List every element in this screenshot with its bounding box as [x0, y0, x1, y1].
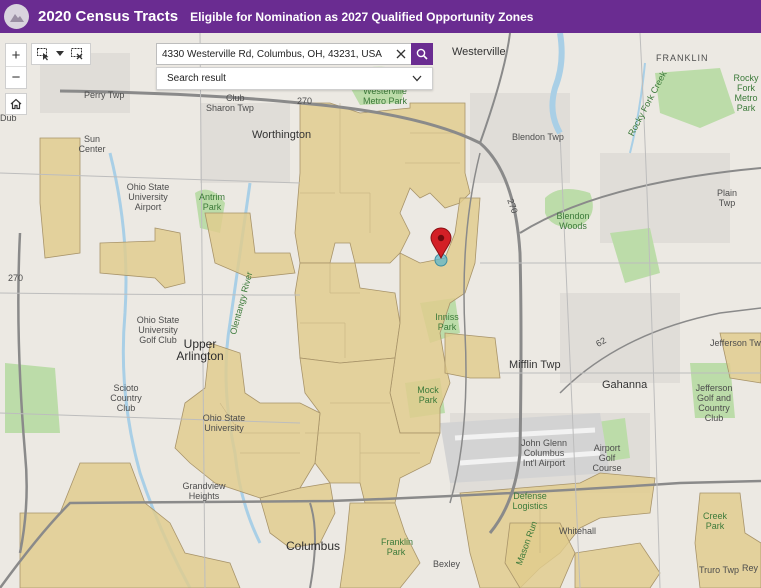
- map-label-sharon-twp: Sharon Twp: [206, 103, 254, 113]
- tract: [444, 332, 501, 379]
- map-label-upper-arlington: Upper Arlington: [176, 337, 224, 363]
- map-label-john-glenn: John Glenn Columbus Int'l Airport: [520, 438, 568, 468]
- map-label-scioto-cc: Scioto Country Club: [110, 383, 142, 413]
- map-label-rey: Rey: [742, 563, 759, 573]
- map-view[interactable]: Westerville FRANKLIN Perry Twp Sharon Tw…: [0, 33, 761, 588]
- map-label-osu-airport: Ohio State University Airport: [126, 182, 170, 212]
- map-label-franklin: FRANKLIN: [656, 53, 709, 63]
- map-label-jefferson-twp: Jefferson Twp: [710, 338, 761, 348]
- map-label-i270-w: 270: [8, 273, 24, 283]
- map-label-rocky-fork: Rocky Fork Metro Park: [733, 73, 759, 113]
- chevron-down-icon[interactable]: [412, 75, 422, 82]
- zoom-in-button[interactable]: +: [6, 44, 26, 66]
- app-logo[interactable]: [4, 4, 29, 29]
- map-label-gahanna: Gahanna: [602, 379, 648, 391]
- search-input[interactable]: [157, 44, 391, 64]
- selection-toolbar: [31, 43, 91, 65]
- zoom-controls: + −: [5, 43, 27, 89]
- clear-selection-icon: [71, 48, 83, 60]
- app-root: 2020 Census Tracts Eligible for Nominati…: [0, 0, 761, 588]
- home-button[interactable]: [5, 93, 27, 115]
- map-label-antrim-park: Antrim Park: [198, 192, 225, 212]
- map-label-jefferson-golf: Jefferson Golf and Country Club: [695, 383, 733, 423]
- map-label-plain-twp: Plain Twp: [716, 188, 737, 208]
- map-label-blendon-woods: Blendon Woods: [556, 211, 590, 231]
- map-label-columbus: Columbus: [286, 539, 341, 553]
- select-cursor-icon: [37, 48, 49, 61]
- map-label-truro-twp: Truro Twp: [699, 565, 740, 575]
- map-label-i270-n: 270: [297, 96, 313, 106]
- map-label-inniss-park: Inniss Park: [435, 312, 459, 332]
- select-by-rectangle-button[interactable]: [32, 44, 54, 64]
- map-label-club: Club: [226, 93, 245, 103]
- map-label-worthington: Worthington: [252, 129, 312, 141]
- search-result-panel[interactable]: Search result: [156, 67, 433, 90]
- home-icon: [10, 98, 22, 110]
- map-label-defense-logistics: Defense Logistics: [512, 491, 548, 511]
- map-label-creek-park: Creek Park: [703, 511, 728, 531]
- map-label-perry-twp: Perry Twp: [84, 90, 125, 100]
- app-title: 2020 Census Tracts: [38, 8, 179, 25]
- map-label-blendon-twp: Blendon Twp: [512, 132, 564, 142]
- app-subtitle: Eligible for Nomination as 2027 Qualifie…: [190, 9, 534, 24]
- caret-down-icon: [56, 51, 64, 56]
- map-label-osu-golf: Ohio State University Golf Club: [136, 315, 180, 345]
- map-label-westerville: Westerville: [452, 46, 506, 58]
- map-label-sun-center: Sun Center: [78, 134, 106, 154]
- clear-search-button[interactable]: [391, 44, 411, 64]
- close-icon: [396, 49, 406, 59]
- app-header: 2020 Census Tracts Eligible for Nominati…: [0, 0, 761, 33]
- map-label-franklin-park: Franklin Park: [381, 537, 414, 557]
- map-label-mifflin-twp: Mifflin Twp: [509, 359, 561, 371]
- search-widget: [156, 43, 433, 65]
- map-label-osu: Ohio State University: [202, 413, 246, 433]
- map-label-whitehall: Whitehall: [559, 526, 597, 536]
- map-label-airport-golf: Airport Golf Course: [592, 443, 622, 473]
- search-result-label: Search result: [167, 73, 226, 84]
- mountain-icon: [9, 13, 24, 22]
- map-label-bexley: Bexley: [433, 559, 461, 569]
- search-button[interactable]: [411, 43, 433, 65]
- map-label-grandview: Grandview Heights: [182, 481, 226, 501]
- tract: [39, 137, 81, 259]
- basemap[interactable]: [0, 33, 761, 588]
- search-icon: [416, 48, 428, 60]
- select-tool-dropdown[interactable]: [54, 44, 66, 64]
- zoom-out-button[interactable]: −: [6, 66, 26, 88]
- map-label-mock-park: Mock Park: [417, 385, 439, 405]
- clear-selection-button[interactable]: [66, 44, 88, 64]
